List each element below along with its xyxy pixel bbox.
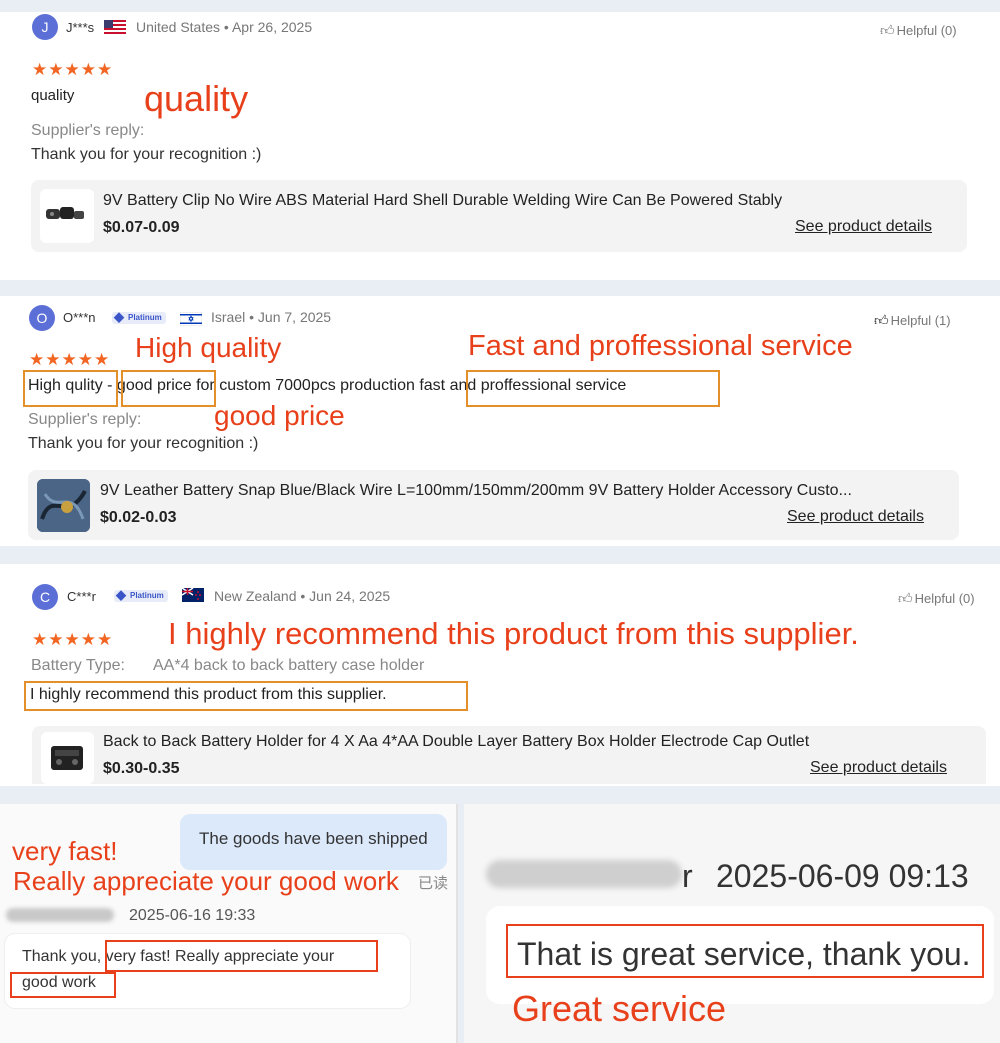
diamond-icon: ◆ [116, 587, 126, 602]
rating-stars: ★★★★★ [32, 60, 114, 79]
product-thumbnail[interactable] [40, 189, 94, 243]
annotation-fast-service: Fast and proffessional service [468, 330, 853, 362]
read-status: 已读 [418, 875, 449, 892]
battery-type-value: AA*4 back to back battery case holder [153, 657, 425, 674]
supplier-reply-text: Thank you for your recognition :) [28, 435, 259, 452]
supplier-reply-label: Supplier's reply: [31, 122, 145, 139]
sender-name-tail: r [682, 858, 693, 894]
reviewer-location: New Zealand • Jun 24, 2025 [214, 588, 390, 604]
annotation-recommend: I highly recommend this product from thi… [168, 616, 859, 651]
avatar: J [32, 14, 58, 40]
product-price: $0.07-0.09 [103, 219, 180, 236]
product-card[interactable]: 9V Leather Battery Snap Blue/Black Wire … [28, 470, 959, 540]
israel-flag-icon [179, 311, 203, 331]
chat-screenshot-left: The goods have been shipped very fast! R… [0, 804, 458, 1043]
product-thumbnail[interactable] [37, 479, 90, 532]
us-flag-icon [104, 20, 127, 37]
helpful-button[interactable]: 👍︎ Helpful (0) [880, 22, 957, 39]
blurred-sender-name [486, 860, 682, 888]
review-card-2: O O***n ◆ Platinum Israel • Jun 7, 2025 👍… [0, 296, 1000, 546]
new-zealand-flag-icon [181, 587, 204, 607]
highlight-box-fast-service [466, 370, 720, 407]
annotation-appreciate: Really appreciate your good work [13, 866, 399, 896]
helpful-button[interactable]: 👍︎ Helpful (0) [898, 590, 975, 607]
thumbs-up-filled-icon: 👍︎ [874, 312, 889, 328]
highlight-box-recommend [24, 681, 468, 711]
annotation-good-price: good price [214, 400, 345, 431]
annotation-very-fast: very fast! [12, 836, 118, 866]
reviewer-country: New Zealand [214, 588, 297, 604]
shipped-message-bubble: The goods have been shipped [180, 814, 447, 870]
platinum-badge: ◆ Platinum [112, 309, 166, 324]
reviewer-country: United States [135, 19, 221, 35]
highlight-box-good-work [10, 972, 116, 998]
reviewer-meta: C***r [67, 588, 96, 604]
reviewer-name: C***r [67, 589, 96, 604]
product-title[interactable]: 9V Battery Clip No Wire ABS Material Har… [103, 192, 782, 210]
product-card[interactable]: 9V Battery Clip No Wire ABS Material Har… [31, 180, 967, 252]
reviewer-country: Israel [211, 309, 246, 325]
product-price: $0.30-0.35 [103, 760, 180, 777]
see-product-details-link[interactable]: See product details [787, 508, 924, 526]
platinum-badge: ◆ Platinum [114, 587, 168, 602]
divider [456, 804, 458, 1043]
battery-type-label: Battery Type: [31, 657, 125, 674]
reviewer-name: O***n [63, 310, 96, 325]
product-card[interactable]: Back to Back Battery Holder for 4 X Aa 4… [32, 726, 986, 784]
avatar: O [29, 305, 55, 331]
annotation-great-service: Great service [512, 988, 727, 1029]
avatar: C [32, 584, 58, 610]
diamond-icon: ◆ [114, 309, 124, 324]
shipped-message-text: The goods have been shipped [199, 829, 428, 848]
review-card-1: J J***s United States • Apr 26, 2025 👍︎ H… [0, 12, 1000, 280]
reviewer-meta: J***s United States • Apr 26, 2025 [66, 19, 312, 37]
review-date: • Jun 24, 2025 [300, 588, 391, 604]
helpful-button[interactable]: 👍︎ Helpful (1) [874, 312, 951, 329]
reviewer-meta: O***n [63, 309, 96, 325]
see-product-details-link[interactable]: See product details [795, 218, 932, 236]
review-date: • Apr 26, 2025 [223, 19, 313, 35]
message-timestamp: 2025-06-09 09:13 [716, 858, 969, 894]
product-thumbnail[interactable] [41, 732, 94, 784]
product-price: $0.02-0.03 [100, 509, 177, 526]
chat-screenshot-right: r 2025-06-09 09:13 That is great service… [464, 804, 1000, 1043]
supplier-reply-label: Supplier's reply: [28, 411, 142, 428]
product-title[interactable]: 9V Leather Battery Snap Blue/Black Wire … [100, 482, 852, 500]
supplier-reply-text: Thank you for your recognition :) [31, 146, 262, 163]
highlight-box-good-price [121, 370, 216, 407]
annotation-quality: quality [144, 78, 249, 119]
see-product-details-link[interactable]: See product details [810, 759, 947, 777]
message-timestamp: 2025-06-16 19:33 [129, 907, 256, 924]
reviewer-name: J***s [66, 20, 95, 35]
reviewer-location: Israel • Jun 7, 2025 [211, 309, 331, 325]
highlight-box-high-quality [23, 370, 118, 407]
thumbs-up-icon: 👍︎ [898, 590, 913, 606]
review-card-3: C C***r ◆ Platinum New Zealand • Jun 24, … [0, 564, 1000, 786]
rating-stars: ★★★★★ [32, 630, 114, 649]
rating-stars: ★★★★★ [29, 350, 111, 369]
blurred-sender-name [6, 908, 114, 922]
review-text: quality [31, 87, 75, 104]
highlight-box-very-fast [105, 940, 378, 972]
thumbs-up-icon: 👍︎ [880, 22, 895, 38]
highlight-box-great-service [506, 924, 984, 978]
product-title[interactable]: Back to Back Battery Holder for 4 X Aa 4… [103, 733, 809, 751]
annotation-high-quality: High quality [135, 332, 282, 363]
review-date: • Jun 7, 2025 [249, 309, 332, 325]
